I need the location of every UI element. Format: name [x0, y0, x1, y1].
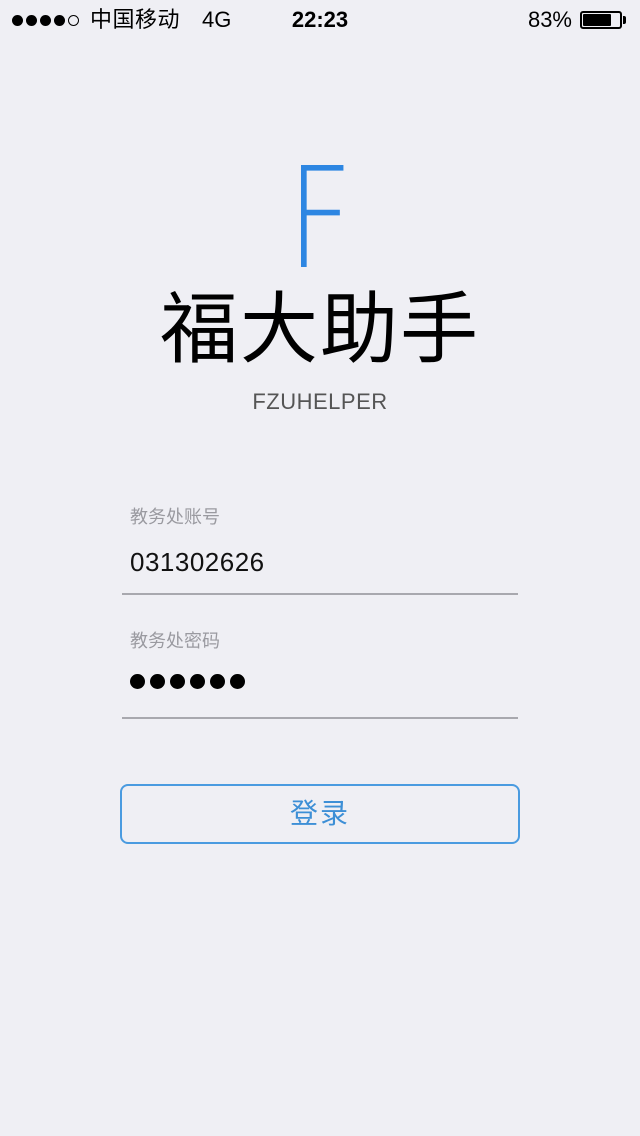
password-mask-dot [170, 674, 185, 689]
login-button[interactable]: 登录 [120, 784, 520, 844]
password-underline [122, 717, 518, 719]
password-mask-dot [230, 674, 245, 689]
account-underline [122, 593, 518, 595]
app-subtitle: FZUHELPER [252, 389, 388, 414]
password-input[interactable] [130, 674, 245, 689]
password-mask-dot [150, 674, 165, 689]
app-title: 福大助手 [159, 285, 480, 373]
status-bar: 中国移动 4G 22:23 83% [0, 0, 640, 40]
password-field[interactable]: 教务处密码 [122, 630, 518, 720]
password-mask-dot [190, 674, 205, 689]
battery-icon [580, 11, 628, 29]
password-mask-dot [130, 674, 145, 689]
battery-nub [623, 16, 626, 24]
password-mask-dot [210, 674, 225, 689]
app-logo: F [286, 138, 354, 301]
account-input[interactable]: 031302626 [130, 546, 265, 578]
account-field-label: 教务处账号 [130, 507, 220, 527]
battery-percentage: 83% [527, 7, 572, 32]
account-field[interactable]: 教务处账号 031302626 [122, 506, 518, 596]
battery-level-fill [583, 14, 611, 26]
password-field-label: 教务处密码 [130, 631, 220, 651]
